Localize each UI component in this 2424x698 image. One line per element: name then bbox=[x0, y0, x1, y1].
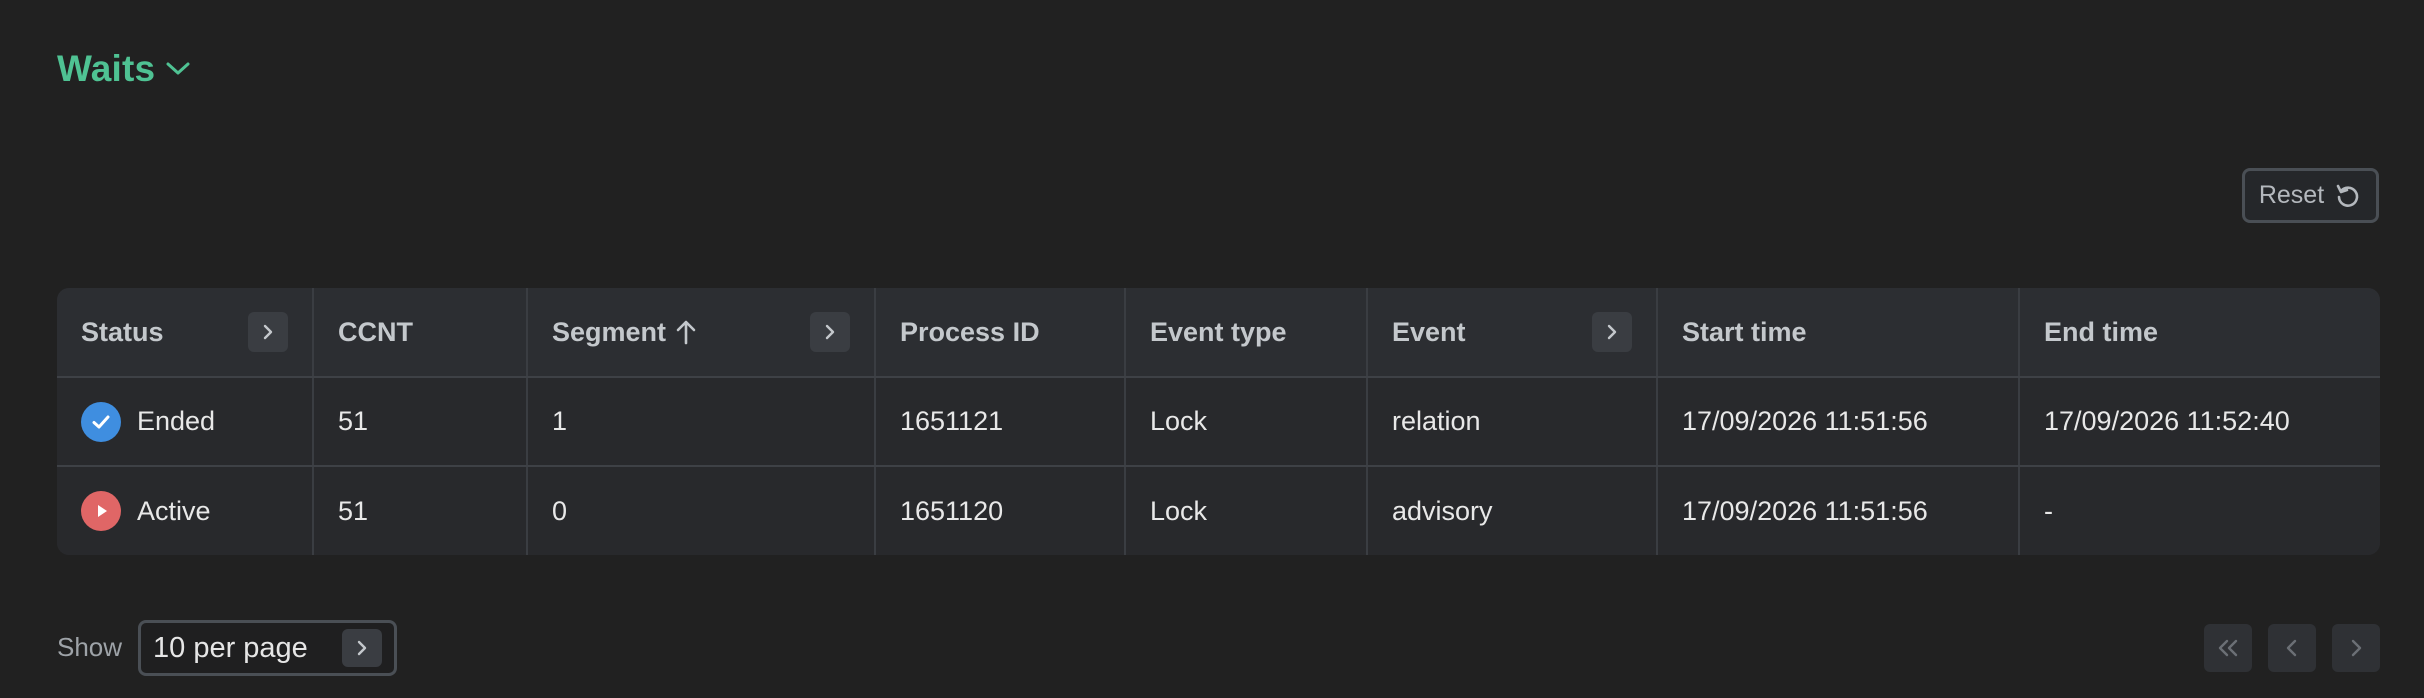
cell-event-type: Lock bbox=[1125, 466, 1368, 555]
table-row[interactable]: Active 51 0 1651120 Lock advisory 17/09/… bbox=[57, 466, 2380, 555]
cell-event: advisory bbox=[1367, 466, 1658, 555]
status-label: Active bbox=[137, 495, 211, 526]
table-header-row: Status CCNT Segment Process ID Event typ… bbox=[57, 288, 2380, 378]
column-header-event: Event bbox=[1367, 288, 1658, 378]
status-label: Ended bbox=[137, 406, 216, 436]
reset-label: Reset bbox=[2258, 181, 2325, 209]
cell-ccnt: 51 bbox=[313, 466, 528, 555]
column-expand-button[interactable] bbox=[1592, 312, 1632, 352]
page-title: Waits bbox=[57, 48, 156, 89]
reset-icon bbox=[2334, 182, 2362, 210]
cell-event-type: Lock bbox=[1125, 377, 1368, 467]
cell-start-time: 17/09/2026 11:51:56 bbox=[1657, 377, 2020, 467]
column-header-status: Status bbox=[57, 288, 314, 378]
cell-end-time: 17/09/2026 11:52:40 bbox=[2019, 377, 2380, 467]
check-circle-icon bbox=[81, 401, 121, 442]
column-header-end-time: End time bbox=[2019, 288, 2380, 378]
per-page-expand-button[interactable] bbox=[342, 629, 382, 667]
column-label: Segment bbox=[552, 316, 667, 347]
play-circle-icon bbox=[81, 491, 121, 531]
column-header-ccnt: CCNT bbox=[313, 288, 528, 378]
column-label: Process ID bbox=[900, 316, 1040, 347]
column-label: Status bbox=[81, 316, 164, 347]
column-header-start-time: Start time bbox=[1657, 288, 2020, 378]
column-label: CCNT bbox=[338, 316, 413, 347]
previous-page-button[interactable] bbox=[2268, 624, 2316, 672]
chevron-right-icon bbox=[2351, 639, 2362, 657]
first-page-button[interactable] bbox=[2204, 624, 2252, 672]
cell-status: Active bbox=[57, 466, 314, 555]
per-page-select[interactable]: 10 per page bbox=[138, 620, 397, 676]
column-expand-button[interactable] bbox=[810, 312, 850, 352]
double-chevron-left-icon bbox=[2218, 639, 2238, 657]
cell-process-id: 1651120 bbox=[875, 466, 1126, 555]
table-row[interactable]: Ended 51 1 1651121 Lock relation 17/09/2… bbox=[57, 377, 2380, 467]
column-header-process-id: Process ID bbox=[875, 288, 1126, 378]
column-label: Start time bbox=[1682, 316, 1807, 347]
cell-process-id: 1651121 bbox=[875, 377, 1126, 467]
column-label: Event type bbox=[1150, 316, 1287, 347]
column-label: End time bbox=[2044, 316, 2159, 347]
chevron-right-icon bbox=[1607, 324, 1617, 340]
column-expand-button[interactable] bbox=[248, 312, 288, 352]
sort-ascending-icon bbox=[676, 320, 696, 345]
cell-segment: 1 bbox=[527, 377, 876, 467]
column-label: Event bbox=[1392, 316, 1466, 347]
chevron-right-icon bbox=[825, 324, 835, 340]
cell-event: relation bbox=[1367, 377, 1658, 467]
cell-ccnt: 51 bbox=[313, 377, 528, 467]
waits-table: Status CCNT Segment Process ID Event typ… bbox=[57, 288, 2380, 555]
chevron-left-icon bbox=[2286, 639, 2297, 657]
chevron-right-icon bbox=[263, 324, 273, 340]
section-title-toggle[interactable]: Waits bbox=[57, 48, 191, 90]
chevron-down-icon bbox=[165, 61, 191, 77]
next-page-button[interactable] bbox=[2332, 624, 2380, 672]
reset-button[interactable]: Reset bbox=[2242, 168, 2379, 223]
cell-start-time: 17/09/2026 11:51:56 bbox=[1657, 466, 2020, 555]
cell-status: Ended bbox=[57, 377, 314, 467]
column-header-event-type: Event type bbox=[1125, 288, 1368, 378]
chevron-right-icon bbox=[357, 640, 367, 656]
cell-end-time: - bbox=[2019, 466, 2380, 555]
per-page-value: 10 per page bbox=[153, 631, 308, 664]
column-header-segment[interactable]: Segment bbox=[527, 288, 876, 378]
cell-segment: 0 bbox=[527, 466, 876, 555]
show-label: Show bbox=[57, 632, 123, 662]
